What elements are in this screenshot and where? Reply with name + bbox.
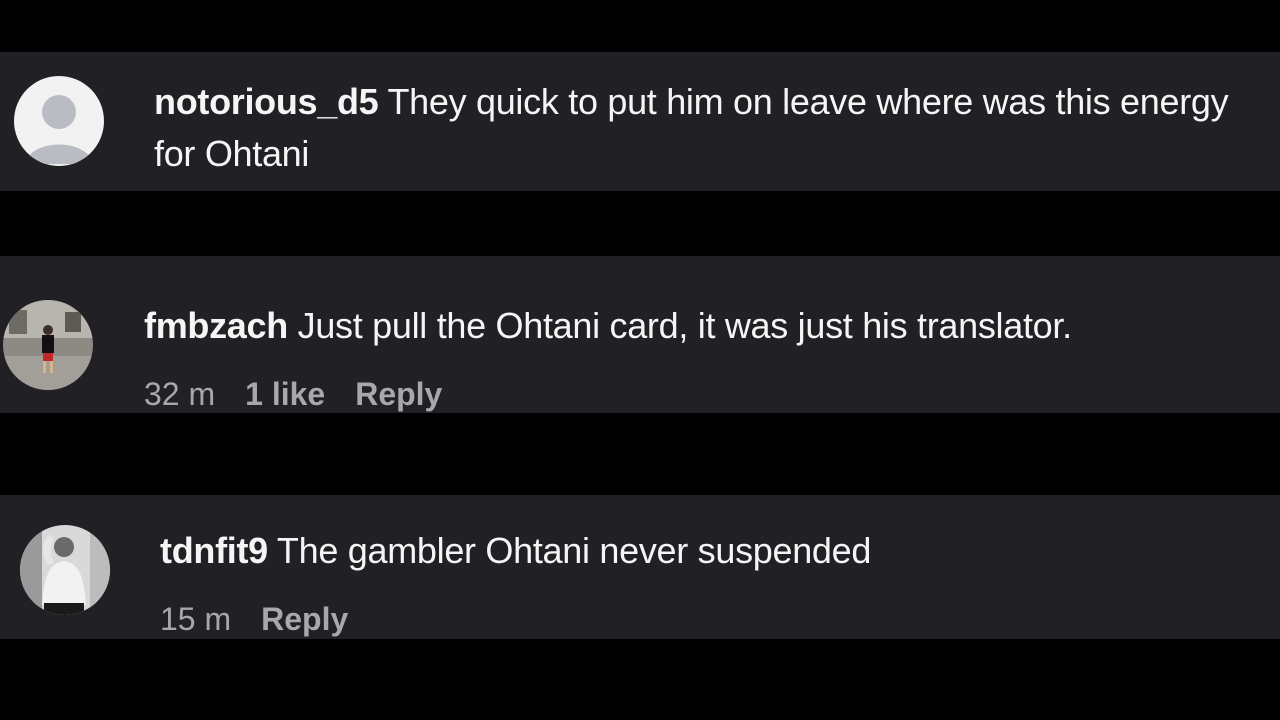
comment-timestamp[interactable]: 15 m [160,599,231,639]
comment-username[interactable]: tdnfit9 [160,530,268,571]
like-count-button[interactable]: 1 like [245,374,325,414]
reply-button[interactable]: Reply [261,599,348,639]
comment-text: fmbzach Just pull the Ohtani card, it wa… [144,300,1264,352]
comment-body: Just pull the Ohtani card, it was just h… [287,305,1072,346]
comment-card: tdnfit9 The gambler Ohtani never suspend… [0,495,1280,639]
comment-username[interactable]: notorious_d5 [154,81,379,122]
default-avatar-icon[interactable] [14,76,104,166]
comment-card: fmbzach Just pull the Ohtani card, it wa… [0,256,1280,413]
comment-text: notorious_d5 They quick to put him on le… [154,76,1264,180]
user-photo-avatar[interactable] [20,525,110,615]
reply-button[interactable]: Reply [355,374,442,414]
comment-body: The gambler Ohtani never suspended [267,530,872,571]
comment-text: tdnfit9 The gambler Ohtani never suspend… [160,525,1260,577]
comment-card: notorious_d5 They quick to put him on le… [0,52,1280,191]
user-photo-avatar[interactable] [3,300,93,390]
comment-username[interactable]: fmbzach [144,305,288,346]
comment-meta: 32 m 1 like Reply [144,374,472,414]
comment-meta: 15 m Reply [160,599,378,639]
comment-timestamp[interactable]: 32 m [144,374,215,414]
